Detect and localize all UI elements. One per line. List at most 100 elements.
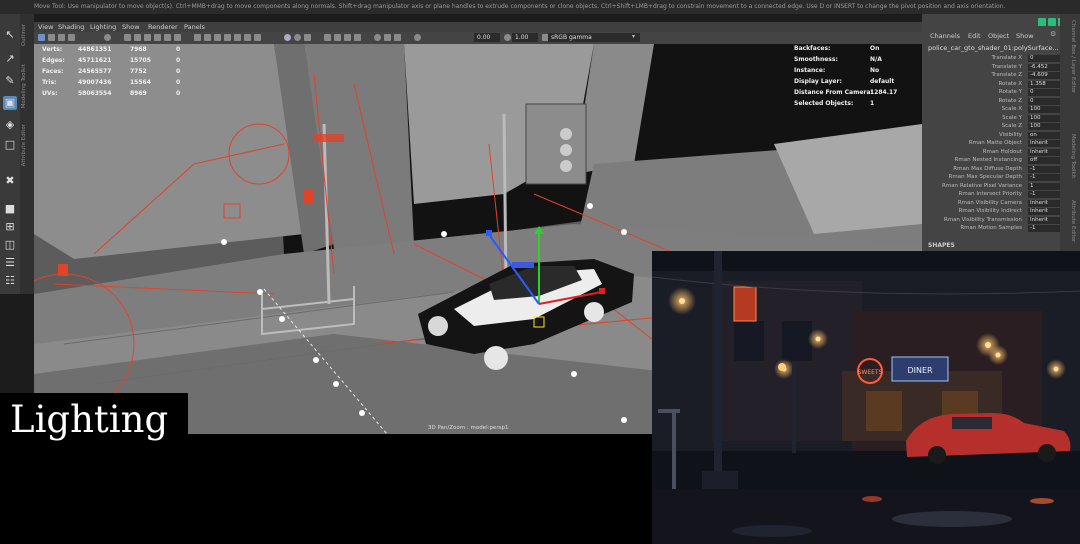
layout-outliner-icon[interactable]: ☰	[3, 256, 17, 270]
tab-modeling-toolkit[interactable]: Modeling Toolkit	[21, 64, 33, 108]
xray-icon[interactable]	[284, 34, 291, 41]
attr-value[interactable]: 1.358	[1028, 80, 1060, 88]
attr-value[interactable]: 0	[1028, 97, 1060, 105]
attr-label: Scale Y	[1002, 114, 1022, 121]
attr-value[interactable]: Inherit	[1028, 216, 1060, 224]
shadows-icon[interactable]	[254, 34, 261, 41]
attr-value[interactable]: -1	[1028, 174, 1060, 181]
hud-label-uvs: UVs:	[42, 90, 58, 97]
resolution-gate-icon[interactable]	[134, 34, 141, 41]
menu-view[interactable]: View	[38, 23, 53, 31]
wire-on-shaded-icon[interactable]	[224, 34, 231, 41]
attr-value[interactable]: -1	[1028, 165, 1060, 173]
viewport-menubar: View Shading Lighting Show Renderer Pane…	[34, 22, 922, 32]
bookmark-icon[interactable]	[58, 34, 65, 41]
tab-outliner[interactable]: Outliner	[21, 24, 33, 46]
attr-value[interactable]: 1	[1028, 182, 1060, 190]
tab-attribute-editor-right[interactable]: Attribute Editor	[1064, 200, 1076, 242]
attr-value[interactable]: 100	[1028, 106, 1060, 113]
toggle-icon[interactable]	[1048, 18, 1056, 26]
menu-show[interactable]: Show	[122, 23, 140, 31]
menu-renderer[interactable]: Renderer	[148, 23, 178, 31]
soft-select-icon[interactable]: ✖	[3, 174, 17, 188]
move-tool-icon[interactable]: ▣	[3, 96, 17, 110]
menu-panels[interactable]: Panels	[184, 23, 205, 31]
attr-value[interactable]: Inherit	[1028, 148, 1060, 156]
film-gate-icon[interactable]	[124, 34, 131, 41]
color-management-icon[interactable]	[394, 34, 401, 41]
attr-value[interactable]: -6.452	[1028, 63, 1060, 71]
attr-value[interactable]: on	[1028, 131, 1060, 139]
grid-icon[interactable]	[104, 34, 111, 41]
hud-comp-uvs: 0	[176, 90, 181, 97]
use-lights-icon[interactable]	[244, 34, 251, 41]
hud-icon[interactable]	[384, 34, 391, 41]
gear-icon[interactable]: ⚙	[1050, 30, 1056, 38]
attr-label: Scale X	[1001, 106, 1022, 112]
attr-value[interactable]: Inherit	[1028, 199, 1060, 207]
tab-channel-box[interactable]: Channel Box / Layer Editor	[1064, 20, 1076, 93]
safe-action-icon[interactable]	[164, 34, 171, 41]
select-camera-icon[interactable]	[38, 34, 45, 41]
attr-value[interactable]: 0	[1028, 89, 1060, 96]
gate-mask-icon[interactable]	[144, 34, 151, 41]
camera-attr-icon[interactable]	[48, 34, 55, 41]
exposure-field[interactable]: 0.00	[474, 33, 500, 42]
attr-label: Rman Relative Pixel Variance	[942, 182, 1022, 189]
image-plane-icon[interactable]	[68, 34, 75, 41]
ambient-occlusion-icon[interactable]	[324, 34, 331, 41]
textured-icon[interactable]	[234, 34, 241, 41]
motion-blur-icon[interactable]	[334, 34, 341, 41]
attr-value[interactable]: Inherit	[1028, 140, 1060, 147]
attr-value[interactable]: 0	[1028, 55, 1060, 62]
hud-smoothness-label: Smoothness:	[794, 56, 838, 63]
gamma-field[interactable]: 1.00	[512, 33, 538, 42]
attr-value[interactable]: 100	[1028, 114, 1060, 122]
render-preview-image: DINER SWEETS	[652, 251, 1080, 544]
chevron-down-icon[interactable]: ▾	[632, 33, 635, 40]
menu-show[interactable]: Show	[1016, 32, 1034, 40]
menu-lighting[interactable]: Lighting	[90, 23, 116, 31]
tab-attribute-editor[interactable]: Attribute Editor	[21, 124, 33, 166]
layout-graph-icon[interactable]: ☷	[3, 274, 17, 288]
safe-title-icon[interactable]	[174, 34, 181, 41]
tab-modeling-toolkit-right[interactable]: Modeling Toolkit	[1064, 134, 1076, 178]
layout-two-icon[interactable]: ◫	[3, 238, 17, 252]
depth-of-field-icon[interactable]	[354, 34, 361, 41]
menu-edit[interactable]: Edit	[968, 32, 981, 40]
attr-value[interactable]: 100	[1028, 123, 1060, 130]
layout-four-icon[interactable]: ⊞	[3, 220, 17, 234]
attr-value[interactable]: off	[1028, 157, 1060, 164]
xray-joints-icon[interactable]	[294, 34, 301, 41]
attr-label: Rman Max Diffuse Depth	[953, 165, 1022, 172]
attr-label: Rman Matte Object	[968, 140, 1022, 146]
toggle-icon[interactable]	[1038, 18, 1046, 26]
lasso-tool-icon[interactable]: ↗	[3, 52, 17, 66]
attr-value[interactable]: -4.609	[1028, 72, 1060, 79]
colorspace-dropdown[interactable]: sRGB gamma	[548, 33, 640, 42]
gamma-icon[interactable]	[504, 34, 511, 41]
hud-total-uvs: 58063554	[78, 90, 112, 97]
paint-tool-icon[interactable]: ✎	[3, 74, 17, 88]
rotate-tool-icon[interactable]: ◈	[3, 118, 17, 132]
layout-single-icon[interactable]: ■	[3, 202, 17, 216]
attr-label: Rman Visibility Camera	[957, 199, 1022, 206]
hud-backfaces-label: Backfaces:	[794, 45, 831, 52]
menu-object[interactable]: Object	[988, 32, 1009, 40]
exposure-icon[interactable]	[414, 34, 421, 41]
multisample-icon[interactable]	[344, 34, 351, 41]
hud-sel-tris: 15564	[130, 79, 151, 86]
isolate-select-icon[interactable]	[374, 34, 381, 41]
menu-channels[interactable]: Channels	[930, 32, 960, 40]
select-tool-icon[interactable]: ↖	[3, 28, 17, 42]
attr-value[interactable]: -1	[1028, 191, 1060, 198]
xray-components-icon[interactable]	[304, 34, 311, 41]
wireframe-icon[interactable]	[194, 34, 201, 41]
scale-tool-icon[interactable]: □	[3, 138, 17, 152]
field-chart-icon[interactable]	[154, 34, 161, 41]
menu-shading[interactable]: Shading	[58, 23, 84, 31]
default-material-icon[interactable]	[214, 34, 221, 41]
smooth-shade-icon[interactable]	[204, 34, 211, 41]
attr-value[interactable]: -1	[1028, 225, 1060, 232]
attr-value[interactable]: Inherit	[1028, 208, 1060, 215]
